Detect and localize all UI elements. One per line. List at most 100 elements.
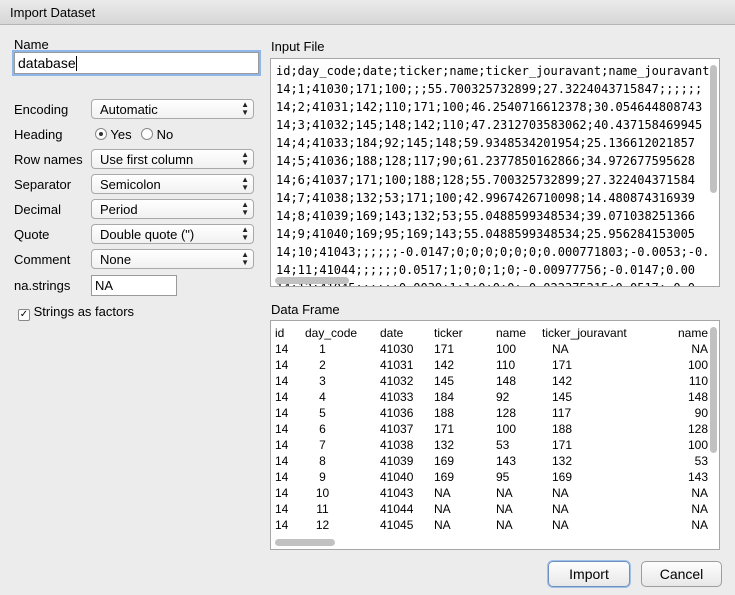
name-value: database [18, 55, 76, 71]
table-cell: 10 [315, 486, 330, 500]
encoding-select[interactable]: Automatic ▲ ▼ [91, 99, 254, 119]
table-cell: NA [552, 518, 569, 532]
text-caret [75, 56, 77, 71]
comment-label: Comment [14, 252, 71, 267]
window-title: Import Dataset [0, 0, 735, 25]
table-cell: 95 [496, 470, 510, 484]
table-cell: 14 [275, 342, 289, 356]
table-cell: NA [496, 518, 513, 532]
decimal-select[interactable]: Period ▲ ▼ [91, 199, 254, 219]
table-cell: 100 [496, 342, 517, 356]
table-cell: 14 [275, 454, 289, 468]
radio-unselected-icon[interactable] [141, 128, 153, 140]
table-cell: NA [691, 518, 709, 532]
import-button[interactable]: Import [548, 561, 630, 587]
table-cell: 92 [496, 390, 510, 404]
table-cell: 188 [434, 406, 455, 420]
table-cell: 171 [552, 438, 573, 452]
input-file-line: 14;10;41043;;;;;;-0.0147;0;0;0;0;0;0;0.0… [276, 244, 710, 259]
table-cell: 14 [275, 406, 289, 420]
table-cell: 12 [315, 518, 330, 532]
column-header: ticker [434, 326, 463, 340]
table-cell: 14 [275, 422, 289, 436]
table-cell: NA [496, 486, 513, 500]
table-row: 14 7 41038 132 53 171 100 [275, 437, 708, 453]
table-cell: 142 [434, 358, 455, 372]
column-header: date [380, 326, 404, 340]
table-cell: 14 [275, 390, 289, 404]
table-cell: 14 [275, 518, 289, 532]
data-frame-table: id day_code date ticker name ticker_jour… [275, 325, 708, 533]
input-file-line: id;day_code;date;ticker;name;ticker_jour… [276, 64, 710, 78]
quote-value: Double quote (") [100, 227, 195, 242]
input-file-vertical-scrollbar[interactable] [710, 65, 717, 193]
input-file-line: 14;4;41033;184;92;145;148;59.93485342019… [276, 136, 696, 151]
table-cell: 11 [316, 502, 329, 516]
table-cell: 41031 [380, 358, 414, 372]
column-header: name [678, 326, 709, 340]
heading-yes-option[interactable]: Yes [95, 127, 132, 142]
table-cell: 1 [319, 342, 326, 356]
encoding-value: Automatic [100, 102, 158, 117]
input-file-text: id;day_code;date;ticker;name;ticker_jour… [276, 62, 710, 286]
table-cell: 14 [275, 502, 289, 516]
table-cell: 7 [319, 438, 326, 452]
table-cell: NA [552, 486, 569, 500]
input-file-line: 14;8;41039;169;143;132;53;55.04885993485… [276, 208, 696, 223]
table-cell: 9 [319, 470, 326, 484]
comment-select[interactable]: None ▲ ▼ [91, 249, 254, 269]
table-cell: 171 [434, 422, 455, 436]
table-cell: 6 [319, 422, 326, 436]
column-header: ticker_jouravant [542, 326, 627, 340]
table-cell: 100 [688, 438, 709, 452]
na-strings-input[interactable]: NA [91, 275, 177, 296]
table-row: 14 1 41030 171 100 NA NA [275, 341, 708, 357]
radio-selected-icon[interactable] [95, 128, 107, 140]
table-cell: 2 [319, 358, 326, 372]
table-cell: 110 [688, 374, 709, 388]
name-label: Name [14, 37, 49, 52]
up-down-chevron-icon: ▲ ▼ [241, 225, 249, 242]
heading-no-option[interactable]: No [141, 127, 173, 142]
table-cell: 14 [275, 374, 289, 388]
quote-select[interactable]: Double quote (") ▲ ▼ [91, 224, 254, 244]
data-frame-panel[interactable]: id day_code date ticker name ticker_jour… [270, 320, 720, 550]
table-cell: 142 [552, 374, 573, 388]
table-cell: 41037 [380, 422, 414, 436]
table-cell: 110 [496, 358, 516, 372]
table-row: 14 9 41040 169 95 169 143 [275, 469, 708, 485]
table-cell: NA [552, 502, 569, 516]
input-file-line: 14;1;41030;171;100;;;55.700325732899;27.… [276, 82, 703, 97]
table-cell: 188 [552, 422, 573, 436]
cancel-button[interactable]: Cancel [641, 561, 722, 587]
input-file-panel[interactable]: id;day_code;date;ticker;name;ticker_jour… [270, 58, 720, 287]
separator-select[interactable]: Semicolon ▲ ▼ [91, 174, 254, 194]
table-cell: NA [691, 502, 709, 516]
checkbox-checked-icon[interactable]: ✓ [18, 309, 30, 321]
table-cell: 14 [275, 358, 289, 372]
table-row: 14 3 41032 145 148 142 110 [275, 373, 708, 389]
table-cell: 8 [319, 454, 326, 468]
table-cell: NA [434, 486, 451, 500]
data-frame-vertical-scrollbar[interactable] [710, 327, 717, 453]
table-cell: 41045 [380, 518, 414, 532]
data-frame-horizontal-scrollbar[interactable] [275, 539, 335, 546]
table-row: 14 12 41045 NA NA NA NA [275, 517, 708, 533]
strings-as-factors-option[interactable]: ✓ Strings as factors [18, 304, 134, 321]
row-names-value: Use first column [100, 152, 194, 167]
table-row: 14 6 41037 171 100 188 128 [275, 421, 708, 437]
input-file-horizontal-scrollbar[interactable] [275, 277, 349, 284]
table-cell: 145 [434, 374, 455, 388]
input-file-line: 14;2;41031;142;110;171;100;46.2540716612… [276, 100, 703, 115]
row-names-select[interactable]: Use first column ▲ ▼ [91, 149, 254, 169]
na-strings-label: na.strings [14, 278, 71, 293]
table-cell: 171 [552, 358, 573, 372]
table-cell: 184 [434, 390, 455, 404]
comment-value: None [100, 252, 132, 267]
data-frame-label: Data Frame [271, 302, 340, 317]
name-input[interactable]: database [14, 52, 259, 74]
table-cell: 41032 [380, 374, 414, 388]
table-row: 14 11 41044 NA NA NA NA [275, 501, 708, 517]
table-cell: 53 [496, 438, 510, 452]
table-cell: NA [434, 518, 451, 532]
